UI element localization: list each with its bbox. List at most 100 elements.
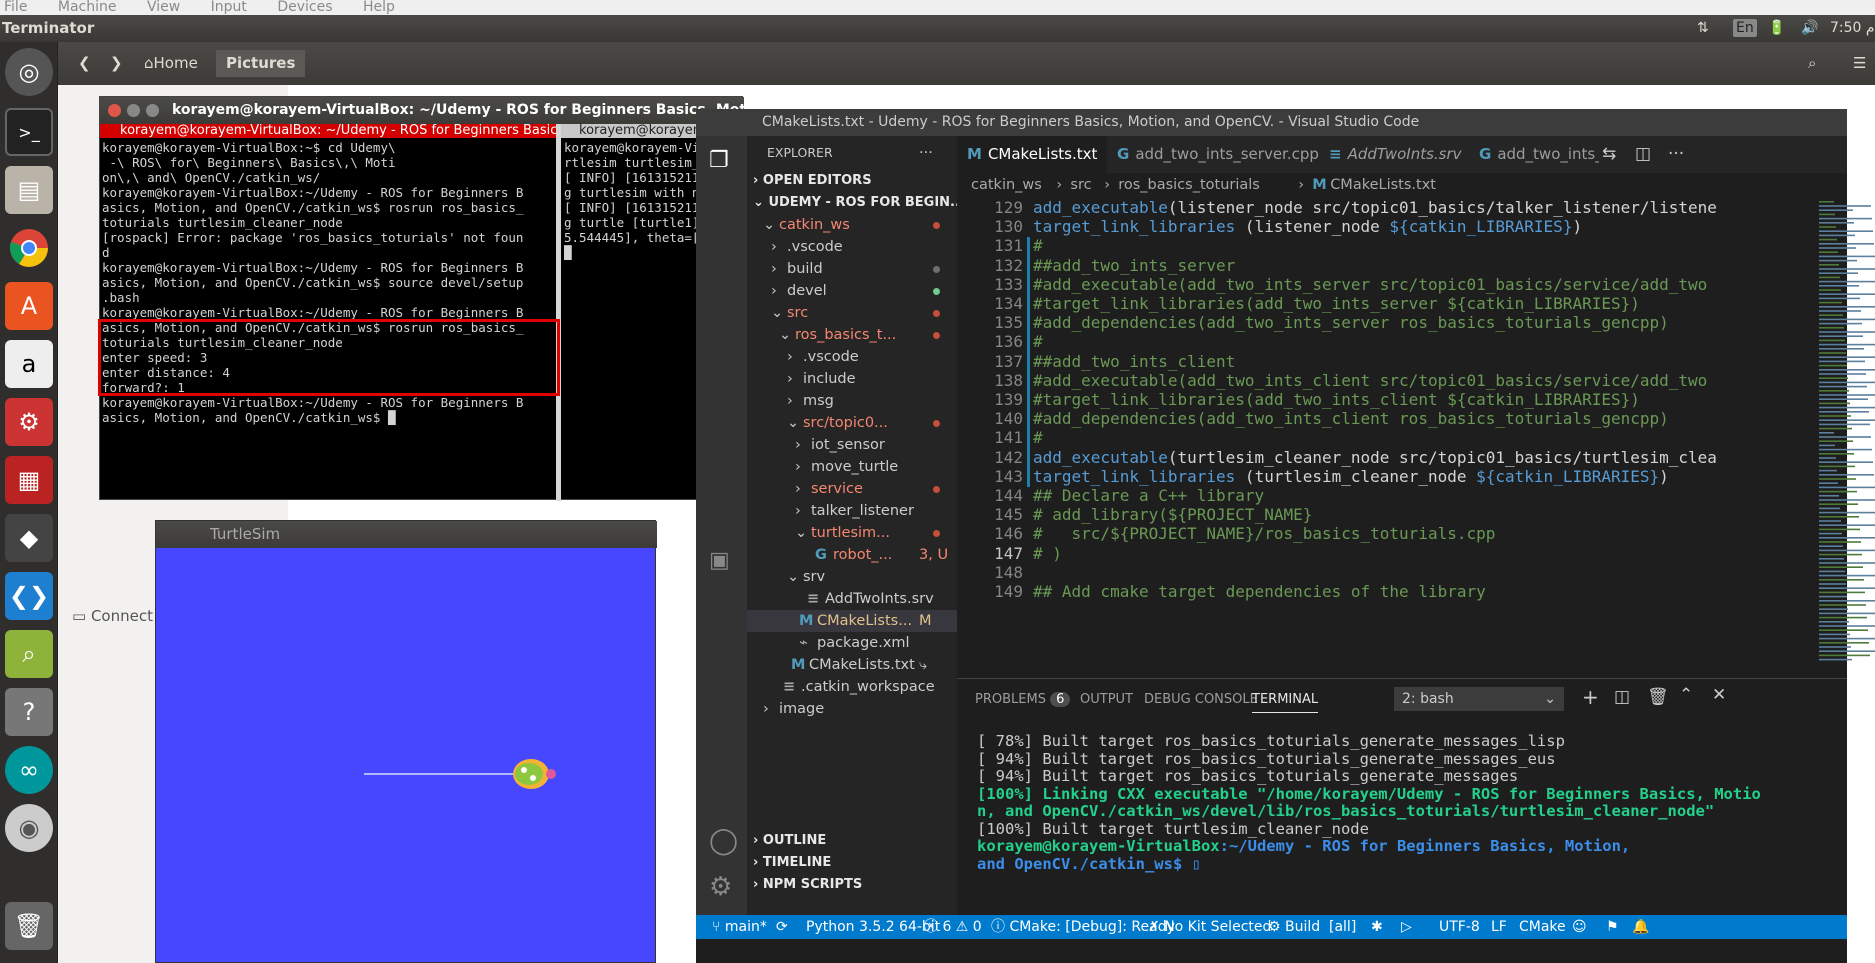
- files-icon[interactable]: ▤: [5, 166, 53, 214]
- keyboard-layout-indicator[interactable]: En: [1733, 19, 1757, 37]
- breadcrumb-item[interactable]: catkin_ws: [971, 173, 1042, 197]
- tree-item[interactable]: › iot_sensor: [747, 434, 957, 456]
- tree-item[interactable]: ⌄ ros_basics_t...: [747, 324, 957, 346]
- more-actions-icon[interactable]: ···: [1668, 144, 1684, 164]
- menu-machine[interactable]: Machine: [58, 0, 117, 15]
- menu-file[interactable]: File: [4, 0, 27, 15]
- feedback-icon[interactable]: ☺: [1572, 915, 1587, 939]
- maximize-icon[interactable]: [146, 104, 159, 117]
- breadcrumb-item[interactable]: CMakeLists.txt: [1330, 173, 1436, 197]
- tree-item[interactable]: › .vscode: [747, 346, 957, 368]
- bell-icon[interactable]: 🔔: [1632, 915, 1649, 939]
- tree-item[interactable]: ⌄ src/topic0...: [747, 412, 957, 434]
- workspace-section[interactable]: ⌄ UDEMY - ROS FOR BEGIN...: [747, 192, 957, 214]
- encoding-status[interactable]: UTF-8: [1439, 915, 1480, 939]
- search-icon[interactable]: ⌕: [1808, 50, 1816, 77]
- files-icon[interactable]: ❐: [709, 148, 729, 173]
- menu-icon[interactable]: ☰: [1853, 50, 1866, 77]
- add-terminal-icon[interactable]: +: [1582, 685, 1599, 709]
- network-icon[interactable]: ⇅: [1697, 15, 1709, 42]
- menu-view[interactable]: View: [147, 0, 180, 15]
- live-share-icon[interactable]: ⚑: [1606, 915, 1619, 939]
- back-button[interactable]: ❮: [78, 50, 91, 77]
- account-icon[interactable]: ◯: [709, 826, 738, 856]
- editor-tab[interactable]: MCMakeLists.txt✕: [957, 136, 1107, 173]
- kit-status[interactable]: ✗ No Kit Selected: [1148, 915, 1271, 939]
- tab-terminal[interactable]: TERMINAL: [1252, 692, 1319, 713]
- amazon-icon[interactable]: a: [5, 340, 53, 388]
- branch-status[interactable]: ⑂ main*: [712, 915, 767, 939]
- arduino-icon[interactable]: ∞: [5, 746, 53, 794]
- outline-section[interactable]: › OUTLINE: [747, 830, 957, 852]
- vscode-icon[interactable]: ❮❯: [5, 572, 53, 620]
- eol-status[interactable]: LF: [1491, 915, 1507, 939]
- path-current[interactable]: Pictures: [216, 50, 306, 77]
- problems-status[interactable]: ⓧ 6 ⚠ 0: [924, 915, 982, 939]
- ubuntu-icon[interactable]: ◎: [5, 48, 53, 96]
- help-icon[interactable]: ?: [5, 688, 53, 736]
- split-editor-icon[interactable]: ⇆: [1602, 144, 1616, 164]
- tree-item[interactable]: Grobot_... 3, U: [747, 544, 957, 566]
- open-editors-section[interactable]: › OPEN EDITORS: [747, 170, 957, 192]
- tree-item[interactable]: ≡ AddTwoInts.srv: [747, 588, 957, 610]
- tree-item[interactable]: › .vscode: [747, 236, 957, 258]
- tab-debug-console[interactable]: DEBUG CONSOLE: [1144, 692, 1258, 707]
- software-center-icon[interactable]: A: [5, 282, 53, 330]
- tree-item[interactable]: › msg: [747, 390, 957, 412]
- terminal-icon[interactable]: >_: [5, 108, 53, 156]
- minimap[interactable]: [1813, 197, 1875, 678]
- build-target[interactable]: [all]: [1329, 915, 1356, 939]
- tree-item[interactable]: ≡ .catkin_workspace: [747, 676, 957, 698]
- tab-problems[interactable]: PROBLEMS 6: [975, 692, 1071, 707]
- menu-input[interactable]: Input: [211, 0, 247, 15]
- path-home[interactable]: ⌂Home: [144, 50, 198, 77]
- gear-icon[interactable]: ⚙: [709, 872, 732, 902]
- tree-item[interactable]: › talker_listener: [747, 500, 957, 522]
- pane-divider[interactable]: [556, 124, 561, 501]
- more-actions-icon[interactable]: ···: [919, 142, 949, 164]
- terminal-select[interactable]: 2: bash ⌄: [1394, 687, 1564, 711]
- battery-icon[interactable]: 🔋: [1768, 15, 1785, 42]
- sublime-icon[interactable]: ◆: [5, 514, 53, 562]
- dvd-icon[interactable]: ◉: [5, 804, 53, 852]
- tree-item[interactable]: › include: [747, 368, 957, 390]
- image-viewer-icon[interactable]: ⌕: [5, 630, 53, 678]
- split-terminal-icon[interactable]: ◫: [1614, 687, 1630, 707]
- tree-item[interactable]: ⌄ turtlesim...: [747, 522, 957, 544]
- breadcrumb-item[interactable]: ros_basics_toturials: [1118, 173, 1260, 197]
- maximize-panel-icon[interactable]: ⌃: [1679, 685, 1693, 705]
- chrome-icon[interactable]: [5, 224, 53, 272]
- npm-scripts-section[interactable]: › NPM SCRIPTS: [747, 874, 957, 896]
- clock[interactable]: 7:50 م: [1830, 15, 1875, 42]
- tree-item[interactable]: ⌄ srv: [747, 566, 957, 588]
- remote-explorer-icon[interactable]: ▣: [709, 548, 730, 573]
- tree-item[interactable]: › move_turtle: [747, 456, 957, 478]
- minimize-icon[interactable]: [127, 104, 140, 117]
- sync-icon[interactable]: ⟳: [776, 915, 788, 939]
- code-editor[interactable]: 129 add_executable(listener_node src/topi…: [957, 197, 1847, 678]
- tree-item[interactable]: › devel: [747, 280, 957, 302]
- tree-item[interactable]: › image: [747, 698, 957, 720]
- tree-item[interactable]: ⌄ src: [747, 302, 957, 324]
- tab-output[interactable]: OUTPUT: [1080, 692, 1133, 707]
- tree-item[interactable]: ⌁ package.xml: [747, 632, 957, 654]
- close-icon[interactable]: [108, 104, 121, 117]
- language-status[interactable]: CMake: [1519, 915, 1566, 939]
- tree-item[interactable]: › build: [747, 258, 957, 280]
- debug-icon[interactable]: ✱: [1371, 915, 1383, 939]
- timeline-section[interactable]: › TIMELINE: [747, 852, 957, 874]
- settings-icon[interactable]: ⚙: [5, 398, 53, 446]
- tree-item[interactable]: M CMakeLists.txt ⤷: [747, 654, 957, 676]
- editor-tab[interactable]: ≡ AddTwoInts.srv: [1319, 136, 1469, 173]
- build-button[interactable]: ⚙ Build: [1268, 915, 1320, 939]
- menu-help[interactable]: Help: [363, 0, 395, 15]
- editor-tab[interactable]: Gadd_two_ints_server.cpp: [1107, 136, 1319, 173]
- close-panel-icon[interactable]: ✕: [1712, 685, 1726, 705]
- forward-button[interactable]: ❯: [110, 50, 123, 77]
- trash-icon[interactable]: 🗑: [5, 902, 53, 950]
- tree-item[interactable]: › service: [747, 478, 957, 500]
- run-icon[interactable]: ▷: [1401, 915, 1412, 939]
- breadcrumb-item[interactable]: src: [1070, 173, 1091, 197]
- editor-tab[interactable]: Gadd_two_ints_cli: [1469, 136, 1599, 173]
- trash-icon[interactable]: 🗑: [1647, 687, 1669, 707]
